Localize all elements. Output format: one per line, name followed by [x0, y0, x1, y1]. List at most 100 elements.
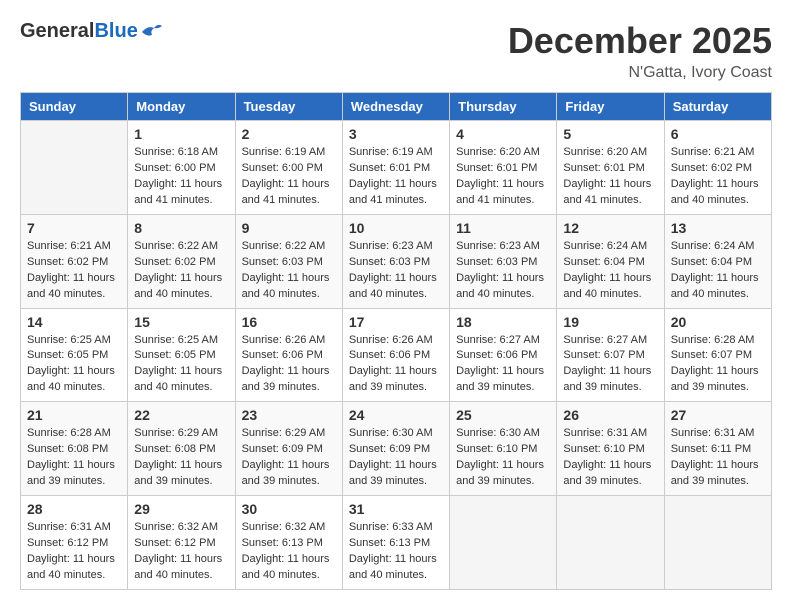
day-info: Sunrise: 6:22 AM Sunset: 6:02 PM Dayligh…: [134, 239, 228, 303]
day-number: 30: [242, 501, 336, 517]
calendar-cell: 20 Sunrise: 6:28 AM Sunset: 6:07 PM Dayli…: [664, 308, 771, 402]
day-info: Sunrise: 6:19 AM Sunset: 6:01 PM Dayligh…: [349, 145, 443, 209]
calendar-cell: 28 Sunrise: 6:31 AM Sunset: 6:12 PM Dayli…: [21, 496, 128, 590]
day-number: 12: [563, 220, 657, 236]
week-row-1: 1 Sunrise: 6:18 AM Sunset: 6:00 PM Daylig…: [21, 121, 772, 215]
calendar-cell: 16Sunrise: 6:26 AM Sunset: 6:06 PM Dayli…: [235, 308, 342, 402]
day-info: Sunrise: 6:23 AM Sunset: 6:03 PM Dayligh…: [349, 239, 443, 303]
day-info: Sunrise: 6:27 AM Sunset: 6:07 PM Dayligh…: [563, 333, 657, 397]
day-number: 24: [349, 407, 443, 423]
calendar-cell: 19Sunrise: 6:27 AM Sunset: 6:07 PM Dayli…: [557, 308, 664, 402]
day-info: Sunrise: 6:29 AM Sunset: 6:09 PM Dayligh…: [242, 426, 336, 490]
day-info: Sunrise: 6:33 AM Sunset: 6:13 PM Dayligh…: [349, 520, 443, 584]
day-number: 25: [456, 407, 550, 423]
calendar-cell: 11 Sunrise: 6:23 AM Sunset: 6:03 PM Dayli…: [450, 214, 557, 308]
weekday-header-monday: Monday: [128, 93, 235, 121]
calendar-cell: [664, 496, 771, 590]
day-number: 27: [671, 407, 765, 423]
day-info: Sunrise: 6:23 AM Sunset: 6:03 PM Dayligh…: [456, 239, 550, 303]
calendar-cell: 17Sunrise: 6:26 AM Sunset: 6:06 PM Dayli…: [342, 308, 449, 402]
calendar-cell: 4 Sunrise: 6:20 AM Sunset: 6:01 PM Daylig…: [450, 121, 557, 215]
calendar-cell: 6 Sunrise: 6:21 AM Sunset: 6:02 PM Daylig…: [664, 121, 771, 215]
calendar-cell: 10 Sunrise: 6:23 AM Sunset: 6:03 PM Dayli…: [342, 214, 449, 308]
day-info: Sunrise: 6:27 AM Sunset: 6:06 PM Dayligh…: [456, 333, 550, 397]
day-number: 6: [671, 126, 765, 142]
calendar-cell: 21 Sunrise: 6:28 AM Sunset: 6:08 PM Dayli…: [21, 402, 128, 496]
day-info: Sunrise: 6:20 AM Sunset: 6:01 PM Dayligh…: [563, 145, 657, 209]
day-info: Sunrise: 6:24 AM Sunset: 6:04 PM Dayligh…: [563, 239, 657, 303]
week-row-4: 21 Sunrise: 6:28 AM Sunset: 6:08 PM Dayli…: [21, 402, 772, 496]
calendar-cell: 30 Sunrise: 6:32 AM Sunset: 6:13 PM Dayli…: [235, 496, 342, 590]
day-info: Sunrise: 6:25 AM Sunset: 6:05 PM Dayligh…: [134, 333, 228, 397]
day-number: 9: [242, 220, 336, 236]
day-info: Sunrise: 6:19 AM Sunset: 6:00 PM Dayligh…: [242, 145, 336, 209]
day-number: 15: [134, 314, 228, 330]
day-number: 23: [242, 407, 336, 423]
day-number: 18: [456, 314, 550, 330]
calendar-cell: 2Sunrise: 6:19 AM Sunset: 6:00 PM Daylig…: [235, 121, 342, 215]
calendar-cell: 7 Sunrise: 6:21 AM Sunset: 6:02 PM Daylig…: [21, 214, 128, 308]
day-number: 8: [134, 220, 228, 236]
calendar-cell: 14Sunrise: 6:25 AM Sunset: 6:05 PM Dayli…: [21, 308, 128, 402]
weekday-header-sunday: Sunday: [21, 93, 128, 121]
day-number: 5: [563, 126, 657, 142]
calendar-cell: [450, 496, 557, 590]
calendar-cell: 27 Sunrise: 6:31 AM Sunset: 6:11 PM Dayli…: [664, 402, 771, 496]
page-header: GeneralBlue December 2025 N'Gatta, Ivory…: [20, 20, 772, 82]
day-info: Sunrise: 6:31 AM Sunset: 6:12 PM Dayligh…: [27, 520, 121, 584]
day-number: 10: [349, 220, 443, 236]
day-info: Sunrise: 6:20 AM Sunset: 6:01 PM Dayligh…: [456, 145, 550, 209]
day-number: 26: [563, 407, 657, 423]
day-number: 4: [456, 126, 550, 142]
day-info: Sunrise: 6:28 AM Sunset: 6:07 PM Dayligh…: [671, 333, 765, 397]
day-number: 17: [349, 314, 443, 330]
weekday-header-saturday: Saturday: [664, 93, 771, 121]
day-number: 3: [349, 126, 443, 142]
calendar-cell: 1 Sunrise: 6:18 AM Sunset: 6:00 PM Daylig…: [128, 121, 235, 215]
day-number: 28: [27, 501, 121, 517]
day-number: 7: [27, 220, 121, 236]
logo-bird-icon: [140, 23, 162, 41]
week-row-3: 14 Sunrise: 6:25 AM Sunset: 6:05 PM Dayli…: [21, 308, 772, 402]
day-info: Sunrise: 6:18 AM Sunset: 6:00 PM Dayligh…: [134, 145, 228, 209]
calendar-cell: 23 Sunrise: 6:29 AM Sunset: 6:09 PM Dayli…: [235, 402, 342, 496]
day-info: Sunrise: 6:32 AM Sunset: 6:12 PM Dayligh…: [134, 520, 228, 584]
weekday-header-tuesday: Tuesday: [235, 93, 342, 121]
day-info: Sunrise: 6:31 AM Sunset: 6:11 PM Dayligh…: [671, 426, 765, 490]
day-info: Sunrise: 6:30 AM Sunset: 6:09 PM Dayligh…: [349, 426, 443, 490]
day-number: 13: [671, 220, 765, 236]
day-info: Sunrise: 6:29 AM Sunset: 6:08 PM Dayligh…: [134, 426, 228, 490]
day-number: 1: [134, 126, 228, 142]
day-info: Sunrise: 6:30 AM Sunset: 6:10 PM Dayligh…: [456, 426, 550, 490]
weekday-header-row: SundayMondayTuesdayWednesdayThursdayFrid…: [21, 93, 772, 121]
calendar-cell: 8 Sunrise: 6:22 AM Sunset: 6:02 PM Daylig…: [128, 214, 235, 308]
logo-blue-text: Blue: [94, 20, 137, 43]
calendar-table: SundayMondayTuesdayWednesdayThursdayFrid…: [20, 92, 772, 590]
month-title: December 2025: [508, 20, 772, 62]
calendar-cell: 18 Sunrise: 6:27 AM Sunset: 6:06 PM Dayli…: [450, 308, 557, 402]
calendar-cell: 29 Sunrise: 6:32 AM Sunset: 6:12 PM Dayli…: [128, 496, 235, 590]
day-info: Sunrise: 6:32 AM Sunset: 6:13 PM Dayligh…: [242, 520, 336, 584]
day-number: 29: [134, 501, 228, 517]
week-row-2: 7 Sunrise: 6:21 AM Sunset: 6:02 PM Daylig…: [21, 214, 772, 308]
logo: GeneralBlue: [20, 20, 162, 43]
calendar-cell: 5 Sunrise: 6:20 AM Sunset: 6:01 PM Daylig…: [557, 121, 664, 215]
weekday-header-thursday: Thursday: [450, 93, 557, 121]
calendar-cell: 26Sunrise: 6:31 AM Sunset: 6:10 PM Dayli…: [557, 402, 664, 496]
calendar-cell: 22Sunrise: 6:29 AM Sunset: 6:08 PM Dayli…: [128, 402, 235, 496]
day-number: 20: [671, 314, 765, 330]
calendar-cell: 31Sunrise: 6:33 AM Sunset: 6:13 PM Dayli…: [342, 496, 449, 590]
day-info: Sunrise: 6:21 AM Sunset: 6:02 PM Dayligh…: [27, 239, 121, 303]
calendar-cell: 25 Sunrise: 6:30 AM Sunset: 6:10 PM Dayli…: [450, 402, 557, 496]
day-number: 11: [456, 220, 550, 236]
day-info: Sunrise: 6:21 AM Sunset: 6:02 PM Dayligh…: [671, 145, 765, 209]
day-number: 14: [27, 314, 121, 330]
calendar-cell: 9 Sunrise: 6:22 AM Sunset: 6:03 PM Daylig…: [235, 214, 342, 308]
calendar-cell: 3 Sunrise: 6:19 AM Sunset: 6:01 PM Daylig…: [342, 121, 449, 215]
calendar-cell: 24 Sunrise: 6:30 AM Sunset: 6:09 PM Dayli…: [342, 402, 449, 496]
day-number: 21: [27, 407, 121, 423]
calendar-cell: 15 Sunrise: 6:25 AM Sunset: 6:05 PM Dayli…: [128, 308, 235, 402]
day-info: Sunrise: 6:28 AM Sunset: 6:08 PM Dayligh…: [27, 426, 121, 490]
day-info: Sunrise: 6:22 AM Sunset: 6:03 PM Dayligh…: [242, 239, 336, 303]
calendar-cell: [557, 496, 664, 590]
